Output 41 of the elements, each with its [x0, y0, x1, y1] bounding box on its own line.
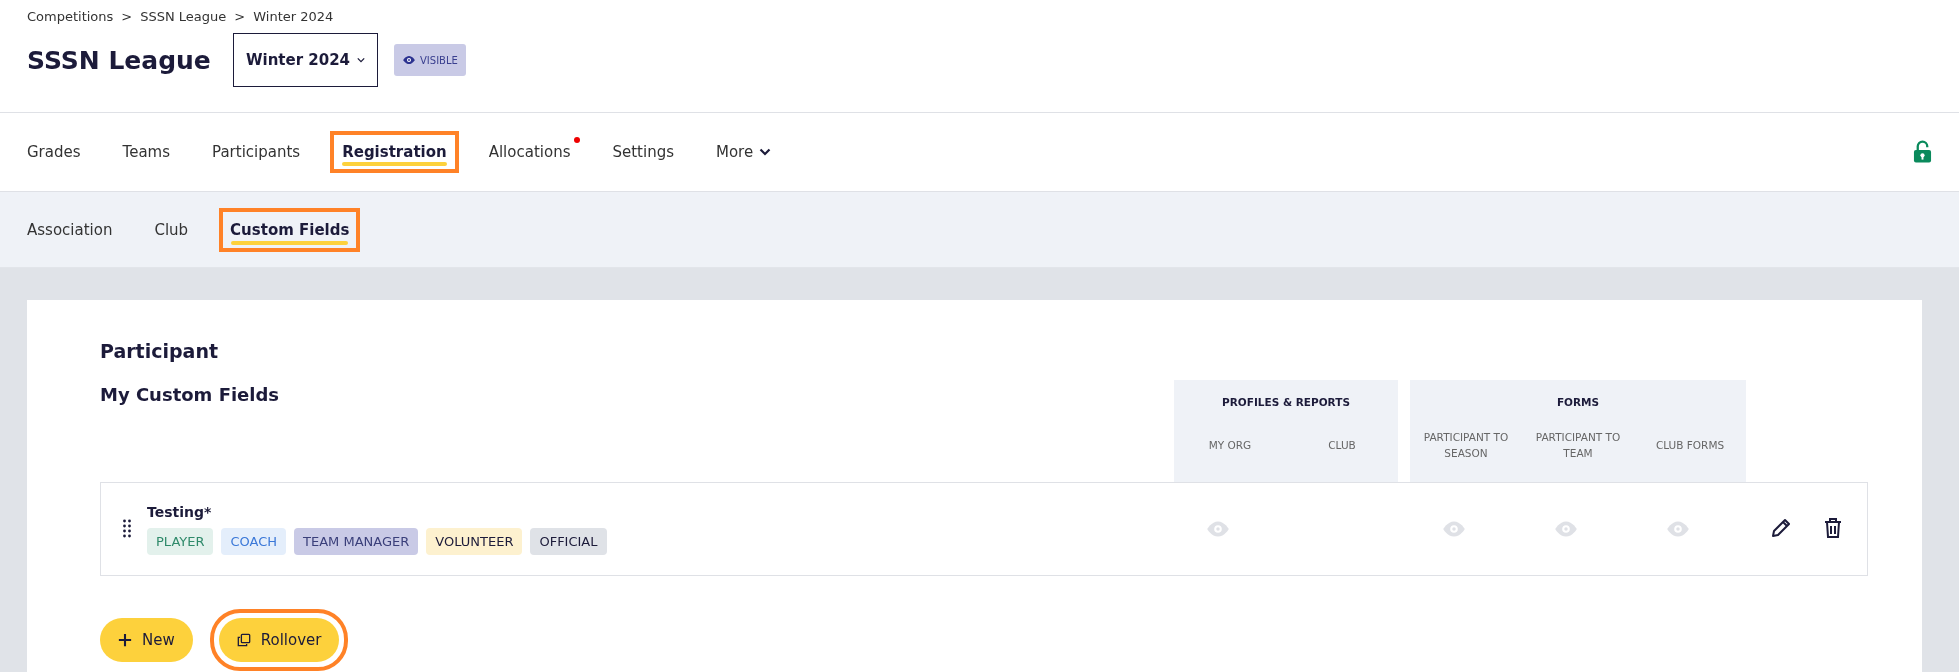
rollover-button[interactable]: Rollover — [218, 618, 340, 662]
role-tag: COACH — [221, 527, 287, 555]
chevron-down-icon — [357, 57, 366, 63]
nav-tab[interactable]: Participants — [200, 131, 313, 173]
nav-tab[interactable]: Registration — [330, 131, 459, 173]
field-name: Testing* — [147, 503, 213, 520]
plus-icon — [118, 633, 132, 647]
nav-tab[interactable]: Teams — [110, 131, 183, 173]
nav-tab[interactable]: Grades — [23, 131, 93, 173]
role-tag: PLAYER — [147, 527, 214, 555]
column-group-title: PROFILES & REPORTS — [1221, 396, 1351, 408]
role-tag: VOLUNTEER — [426, 527, 523, 555]
chevron-down-icon — [759, 148, 772, 156]
list-title: My Custom Fields — [100, 383, 281, 407]
column-header: PARTICIPANT TO SEASON — [1422, 430, 1510, 461]
nav-tab[interactable]: Allocations — [476, 131, 583, 173]
nav-tab[interactable]: Settings — [600, 131, 686, 173]
drag-handle-icon — [123, 519, 131, 539]
breadcrumb-link[interactable]: Winter 2024 — [253, 9, 334, 24]
breadcrumb-separator: > — [234, 9, 246, 24]
column-header: PARTICIPANT TO TEAM — [1534, 430, 1622, 461]
breadcrumb-link[interactable]: SSSN League — [140, 9, 227, 24]
column-header: CLUB — [1327, 438, 1357, 453]
copy-icon — [236, 633, 251, 647]
section-title: Participant — [100, 340, 219, 362]
role-tag: OFFICIAL — [530, 527, 607, 555]
eye-icon — [402, 53, 416, 67]
column-header: CLUB FORMS — [1654, 438, 1726, 453]
visibility-badge: VISIBLE — [394, 44, 466, 76]
role-tag: TEAM MANAGER — [294, 527, 419, 555]
new-button[interactable]: New — [100, 618, 193, 662]
breadcrumb-separator: > — [121, 9, 133, 24]
column-header: MY ORG — [1207, 438, 1253, 453]
sub-tab[interactable]: Custom Fields — [219, 207, 361, 252]
sub-tab[interactable]: Club — [143, 207, 200, 252]
column-group-title: FORMS — [1555, 396, 1601, 408]
season-dropdown[interactable]: Winter 2024 — [233, 33, 378, 87]
sub-tab[interactable]: Association — [23, 207, 124, 252]
page-title: SSSN League — [27, 45, 212, 75]
nav-tab[interactable]: More — [704, 131, 784, 173]
breadcrumb-link[interactable]: Competitions — [27, 9, 114, 24]
